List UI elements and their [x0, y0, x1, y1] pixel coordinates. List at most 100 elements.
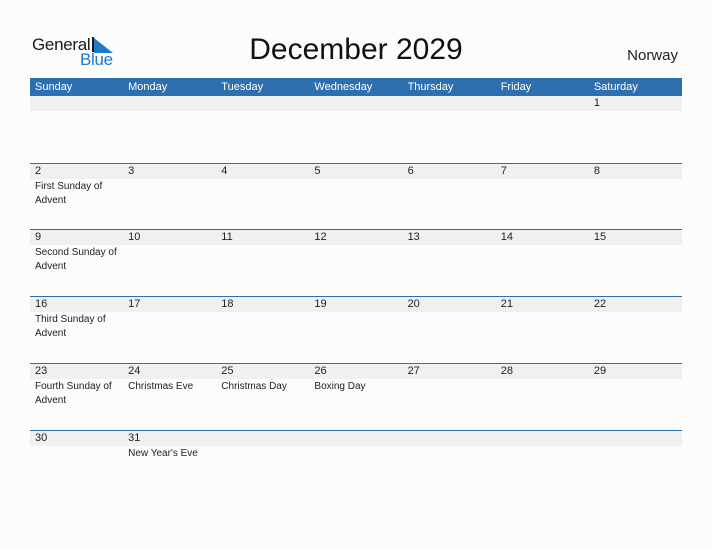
day-cell[interactable]: 28	[495, 364, 589, 407]
holiday-event: New Year's Eve	[128, 448, 198, 459]
holiday-event: Boxing Day	[314, 381, 366, 392]
day-cell[interactable]: 30	[30, 431, 124, 461]
day-cell[interactable]: 13	[402, 230, 496, 273]
day-cell[interactable]	[402, 96, 496, 112]
day-number	[402, 431, 496, 446]
weekday-sunday: Sunday	[35, 81, 73, 93]
holiday-event	[496, 179, 586, 180]
day-cell[interactable]: 3	[123, 164, 217, 207]
day-cell[interactable]: 11	[216, 230, 310, 273]
day-cell[interactable]: 27	[402, 364, 496, 407]
holiday-event: First Sunday of Advent	[35, 181, 103, 206]
day-number: 10	[123, 230, 217, 245]
day-cell[interactable]	[495, 96, 589, 112]
day-number: 7	[495, 164, 589, 179]
day-number: 29	[588, 364, 682, 379]
holiday-event	[403, 179, 493, 180]
day-cell[interactable]: 17	[123, 297, 217, 340]
day-cell[interactable]	[30, 96, 124, 112]
day-number: 8	[588, 164, 682, 179]
holiday-event	[496, 111, 586, 112]
day-number	[309, 96, 403, 111]
day-number: 22	[588, 297, 682, 312]
holiday-event	[30, 111, 120, 112]
holiday-event	[403, 379, 493, 380]
holiday-event	[123, 111, 213, 112]
holiday-event	[123, 179, 213, 180]
day-number: 21	[495, 297, 589, 312]
day-number	[123, 96, 217, 111]
day-number	[402, 96, 496, 111]
day-cell[interactable]: 9 Second Sunday of Advent	[30, 230, 124, 273]
day-cell[interactable]	[588, 431, 682, 461]
day-cell[interactable]: 18	[216, 297, 310, 340]
day-cell[interactable]: 6	[402, 164, 496, 207]
day-cell[interactable]: 2 First Sunday of Advent	[30, 164, 124, 207]
week-row: 1	[30, 96, 682, 112]
day-number	[216, 96, 310, 111]
holiday-event	[123, 245, 213, 246]
holiday-event	[403, 245, 493, 246]
day-number: 3	[123, 164, 217, 179]
day-cell[interactable]: 14	[495, 230, 589, 273]
holiday-event	[589, 379, 679, 380]
holiday-event	[123, 312, 213, 313]
day-number: 15	[588, 230, 682, 245]
day-number: 6	[402, 164, 496, 179]
holiday-event	[403, 446, 493, 447]
holiday-event	[403, 312, 493, 313]
day-cell[interactable]: 4	[216, 164, 310, 207]
day-cell[interactable]: 24 Christmas Eve	[123, 364, 217, 407]
day-number: 4	[216, 164, 310, 179]
day-number: 16	[30, 297, 124, 312]
day-cell[interactable]: 31 New Year's Eve	[123, 431, 217, 461]
day-cell[interactable]: 7	[495, 164, 589, 207]
day-number	[495, 96, 589, 111]
holiday-event	[589, 245, 679, 246]
holiday-event	[496, 312, 586, 313]
day-number: 19	[309, 297, 403, 312]
day-cell[interactable]: 15	[588, 230, 682, 273]
day-cell[interactable]: 1	[588, 96, 682, 112]
day-cell[interactable]: 8	[588, 164, 682, 207]
day-cell[interactable]: 23 Fourth Sunday of Advent	[30, 364, 124, 407]
day-cell[interactable]	[216, 96, 310, 112]
holiday-event	[589, 111, 679, 112]
day-cell[interactable]: 20	[402, 297, 496, 340]
country-label: Norway	[627, 47, 678, 64]
day-cell[interactable]: 25 Christmas Day	[216, 364, 310, 407]
holiday-event	[496, 245, 586, 246]
day-number: 28	[495, 364, 589, 379]
week-row: 23 Fourth Sunday of Advent 24 Christmas Eve…	[30, 363, 682, 407]
day-cell[interactable]: 22	[588, 297, 682, 340]
day-cell[interactable]: 5	[309, 164, 403, 207]
day-number	[309, 431, 403, 446]
day-cell[interactable]: 19	[309, 297, 403, 340]
day-cell[interactable]: 29	[588, 364, 682, 407]
day-number: 25	[216, 364, 310, 379]
weekday-friday: Friday	[500, 81, 532, 93]
day-number: 2	[30, 164, 124, 179]
day-cell[interactable]	[495, 431, 589, 461]
day-number: 13	[402, 230, 496, 245]
holiday-event	[309, 312, 399, 313]
day-cell[interactable]	[309, 431, 403, 461]
weekday-thursday: Thursday	[407, 81, 454, 93]
day-cell[interactable]: 21	[495, 297, 589, 340]
holiday-event	[216, 179, 306, 180]
day-number: 17	[123, 297, 217, 312]
day-cell[interactable]	[309, 96, 403, 112]
day-cell[interactable]	[402, 431, 496, 461]
day-cell[interactable]	[216, 431, 310, 461]
day-number	[588, 431, 682, 446]
day-cell[interactable]: 26 Boxing Day	[309, 364, 403, 407]
weekday-tuesday: Tuesday	[221, 81, 264, 93]
day-number: 1	[588, 96, 682, 111]
day-cell[interactable]: 16 Third Sunday of Advent	[30, 297, 124, 340]
holiday-event	[216, 245, 306, 246]
day-cell[interactable]: 10	[123, 230, 217, 273]
week-row: 2 First Sunday of Advent 3 4 5 6 7 8	[30, 163, 682, 207]
day-cell[interactable]: 12	[309, 230, 403, 273]
day-number: 14	[495, 230, 589, 245]
day-cell[interactable]	[123, 96, 217, 112]
